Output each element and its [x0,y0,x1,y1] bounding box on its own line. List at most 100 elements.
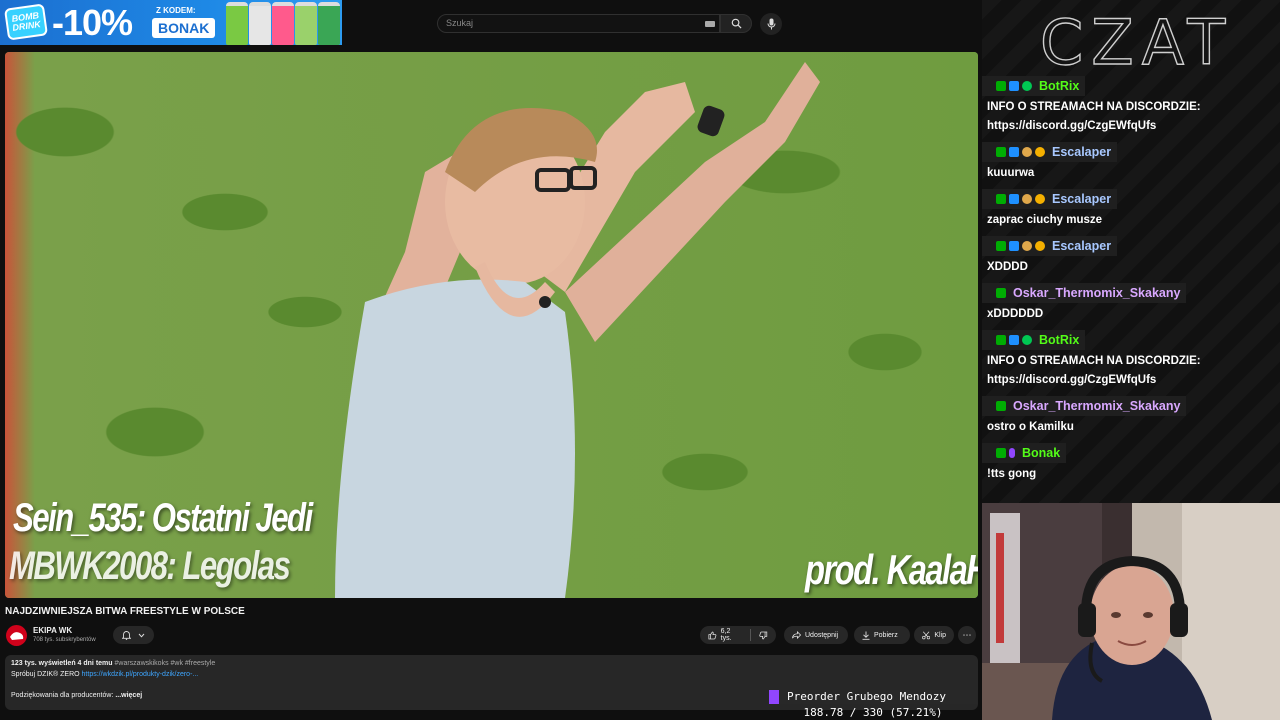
description-stats: 123 tys. wyświetleń 4 dni temu #warszaws… [11,660,215,667]
chat-message-header: BotRix [982,76,1086,96]
chat-message-header: BotRix [982,330,1086,350]
share-icon [792,631,801,639]
channel-avatar[interactable] [6,625,27,646]
download-label: Pobierz [874,631,898,639]
vip-badge-icon [1009,241,1019,251]
promo-banner: BOMB DRINK -10% Z KODEM: BONAK [0,0,342,45]
promo-discount: -10% [52,2,133,43]
chat-panel: CZAT BotRix INFO O STREAMACH NA DISCORDZI… [982,0,1280,503]
search-input[interactable] [446,18,696,28]
verified-badge-icon [1022,81,1032,91]
video-producer-credit: prod. KaalaH [805,546,978,593]
chevron-down-icon [138,633,145,638]
more-actions-button[interactable]: ⋯ [958,626,976,644]
more-horizontal-icon: ⋯ [962,629,972,640]
share-label: Udostępnij [805,631,839,639]
voice-search-button[interactable] [760,13,782,35]
chat-message: BotRix INFO O STREAMACH NA DISCORDZIE: ht… [982,330,1280,390]
chat-message-header: Escalaper [982,142,1118,162]
bits-badge-icon [1035,194,1045,204]
chat-username[interactable]: BotRix [1039,79,1079,93]
chat-message: Oskar_Thermomix_Skakany xDDDDDD [982,283,1280,324]
vip-badge-icon [1009,335,1019,345]
video-credit-line-1: Sein_535: Ostatni Jedi [13,496,313,540]
chat-username[interactable]: Oskar_Thermomix_Skakany [1013,286,1180,300]
promo-can-image [249,2,271,45]
description-line-2: Spróbuj DZIK® ZERO https://wkdzik.pl/pro… [11,671,198,678]
moderator-badge-icon [996,81,1006,91]
description-link[interactable]: https://wkdzik.pl/produkty-dzik/zero-... [82,671,199,678]
moderator-badge-icon [996,335,1006,345]
subscriber-badge-icon [1022,241,1032,251]
moderator-badge-icon [996,241,1006,251]
promo-logo: BOMB DRINK [3,3,49,41]
chat-message-header: Escalaper [982,189,1118,209]
chat-message-text: !tts gong [987,468,1037,480]
now-playing-title: Preorder Grubego Mendozy [787,690,946,703]
microphone-icon [767,18,775,30]
chat-message-text: XDDDD [987,261,1028,273]
vip-badge-icon [1009,81,1019,91]
thumbs-down-icon[interactable] [759,631,768,640]
chat-message-text: kuuurwa [987,167,1035,179]
chat-message: BotRix INFO O STREAMACH NA DISCORDZIE: ht… [982,76,1280,136]
chat-username[interactable]: Oskar_Thermomix_Skakany [1013,399,1180,413]
moderator-badge-icon [996,194,1006,204]
promo-can-image [295,2,317,45]
video-player[interactable]: Sein_535: Ostatni Jedi MBWK2008: Legolas… [5,52,978,598]
channel-name[interactable]: EKIPA WK [33,626,72,635]
search-icon [731,18,742,29]
chat-username[interactable]: Escalaper [1052,145,1111,159]
bits-badge-icon [1035,241,1045,251]
chat-message: Escalaper zaprac ciuchy musze [982,189,1280,230]
chat-username[interactable]: BotRix [1039,333,1079,347]
keyboard-icon[interactable] [705,21,715,27]
chat-message-text: ostro o Kamilku [987,421,1074,433]
clip-label: Klip [934,631,946,639]
chat-message-text: zaprac ciuchy musze [987,214,1103,226]
channel-subscribers: 708 tys. subskrybentów [33,637,96,643]
description-hashtags[interactable]: #warszawskikoks #wk #freestyle [115,660,216,667]
search-button[interactable] [720,14,752,33]
chat-message: Escalaper kuuurwa [982,142,1280,183]
now-playing-progress: 188.78 / 330 (57.21%) [803,706,943,719]
scissors-icon [922,631,931,639]
like-count[interactable]: 6,2 tys. [721,628,743,642]
subscriber-badge-icon [1022,194,1032,204]
chat-username[interactable]: Escalaper [1052,239,1111,253]
subscribed-bell-button[interactable] [113,626,154,644]
chat-username[interactable]: Escalaper [1052,192,1111,206]
download-icon [862,631,870,640]
moderator-badge-icon [996,147,1006,157]
chat-message-header: Bonak [982,443,1067,463]
view-count-and-date: 123 tys. wyświetleń 4 dni temu [11,660,113,667]
chat-username[interactable]: Bonak [1022,446,1060,460]
chat-title: CZAT [1039,5,1234,79]
vip-badge-icon [1009,147,1019,157]
verified-badge-icon [1022,335,1032,345]
video-credit-line-2: MBWK2008: Legolas [9,544,291,588]
now-playing-bar: Preorder Grubego Mendozy [769,690,977,704]
bits-badge-icon [1035,147,1045,157]
webcam-feed [982,503,1280,720]
clip-button[interactable]: Klip [914,626,954,644]
microphone-badge-icon [1009,448,1015,458]
description-promo-text: Spróbuj DZIK® ZERO [11,671,80,678]
search-box[interactable] [437,14,720,33]
thumbs-up-icon[interactable] [708,631,717,640]
webcam-image [982,503,1280,720]
like-dislike-group: 6,2 tys. [700,626,776,644]
chat-message-text: INFO O STREAMACH NA DISCORDZIE: https://… [987,355,1201,386]
chat-message-text: xDDDDDD [987,308,1044,320]
video-title: NAJDZIWNIEJSZA BITWA FREESTYLE W POLSCE [5,606,245,617]
channel-logo-icon [10,632,24,640]
promo-code: BONAK [152,18,216,38]
chat-message: Oskar_Thermomix_Skakanyostro o Kamilku [982,396,1280,437]
moderator-badge-icon [996,401,1006,411]
share-button[interactable]: Udostępnij [784,626,848,644]
promo-can-image [318,2,340,45]
description-more-link[interactable]: ...więcej [115,692,142,699]
vip-badge-icon [1009,194,1019,204]
chat-message: Escalaper XDDDD [982,236,1280,277]
download-button[interactable]: Pobierz [854,626,910,644]
